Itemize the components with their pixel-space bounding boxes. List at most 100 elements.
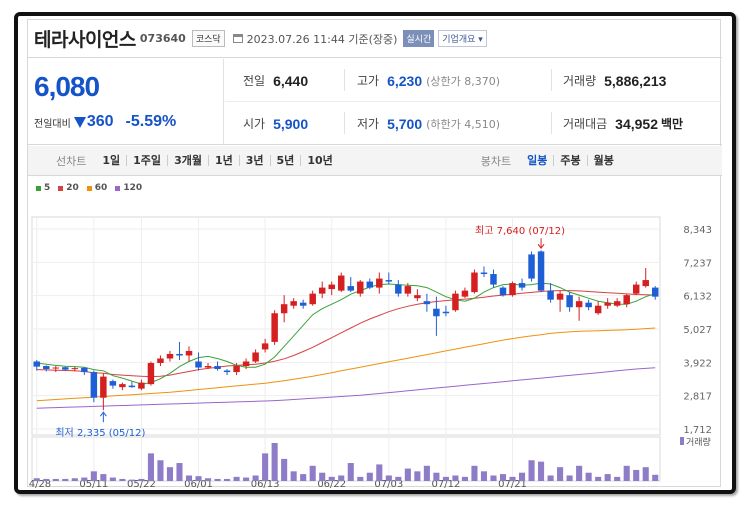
- open-value: 5,900: [273, 115, 309, 132]
- volume-bar: [509, 476, 516, 481]
- open: 시가 5,900: [243, 102, 308, 145]
- period-3y[interactable]: 3년: [238, 155, 270, 166]
- corp-info-dropdown[interactable]: 기업개요 ▾: [438, 30, 487, 47]
- y-tick-label: 8,343: [683, 225, 712, 236]
- volume-bar: [480, 471, 488, 481]
- volume-bar: [233, 476, 240, 481]
- candle-body: [252, 352, 259, 362]
- trade-amount: 거래대금 34,952 백만: [563, 102, 683, 145]
- open-label: 시가: [243, 117, 266, 131]
- calendar-icon: [232, 34, 243, 43]
- period-5y[interactable]: 5년: [269, 155, 301, 166]
- candle-body: [642, 280, 649, 287]
- volume-bar: [357, 476, 364, 481]
- period-3m[interactable]: 3개월: [167, 155, 208, 166]
- candle-body: [185, 350, 193, 356]
- volume-bar: [214, 478, 221, 481]
- volume-bar: [52, 478, 59, 481]
- volume-bar: [138, 478, 145, 481]
- candle-body: [309, 293, 316, 305]
- candle-body: [290, 301, 297, 306]
- y-tick-label: 1,712: [683, 425, 712, 436]
- period-weekly[interactable]: 주봉: [553, 155, 586, 166]
- candle-body: [566, 295, 573, 308]
- candle-body: [423, 301, 431, 305]
- low: 저가 5,700 (하한가 4,510): [357, 102, 500, 145]
- candle-body: [157, 358, 164, 364]
- chevron-down-icon: ▾: [478, 35, 483, 45]
- timestamp-text: 2023.07.26 11:44 기준(장중): [246, 32, 398, 46]
- period-1d[interactable]: 1일: [96, 155, 126, 166]
- high-value: 6,230: [387, 72, 423, 89]
- period-1y[interactable]: 1년: [207, 155, 239, 166]
- volume-bar: [319, 472, 326, 481]
- y-tick-label: 2,817: [683, 392, 712, 403]
- volume-bar: [243, 477, 250, 481]
- candle-chart-area[interactable]: 5 20 60 120 8,343 7,237 6,132 5,027 3,922 2,8…: [28, 177, 722, 488]
- volume-bar: [224, 478, 231, 481]
- volume-legend-swatch: [680, 437, 684, 445]
- chart-svg: 8,3437,2376,1325,0273,9222,8171,71204/28…: [28, 216, 712, 488]
- prev-close-value: 6,440: [273, 72, 309, 89]
- volume-bar: [518, 472, 526, 481]
- candle-body: [214, 366, 221, 370]
- volume-bar: [433, 472, 440, 481]
- divider: [344, 69, 345, 91]
- period-daily[interactable]: 일봉: [521, 155, 553, 166]
- candle-body: [632, 284, 640, 294]
- divider: [551, 69, 552, 91]
- candle-body: [623, 295, 630, 305]
- period-10y[interactable]: 10년: [300, 155, 338, 166]
- volume-bar: [461, 476, 468, 481]
- candle-body: [204, 366, 212, 368]
- period-1w[interactable]: 1주일: [126, 155, 167, 166]
- volume-bar: [43, 478, 50, 481]
- down-triangle-icon: [73, 116, 86, 128]
- candle-body: [357, 281, 364, 294]
- candle-body: [271, 313, 278, 342]
- volume-bar: [366, 472, 373, 481]
- volume-bar: [185, 475, 193, 481]
- volume-bar: [452, 475, 459, 481]
- ma60-line: [36, 327, 656, 402]
- volume-bar: [90, 471, 97, 481]
- candle-body: [613, 301, 621, 306]
- candle-body: [43, 366, 50, 370]
- volume-bar: [347, 463, 354, 481]
- candle-body: [547, 290, 554, 300]
- high-label: 고가: [357, 74, 380, 88]
- volume-bar: [395, 476, 402, 481]
- volume: 거래량 5,886,213: [563, 59, 666, 102]
- amount-unit: 백만: [661, 117, 684, 131]
- candle-body: [385, 280, 393, 282]
- candle-body: [138, 382, 145, 389]
- volume-bar: [595, 476, 602, 481]
- candle-body: [433, 308, 440, 317]
- price-summary: 6,080 전일대비 360 -5.59% 전일 6,440 고가 6,230 …: [28, 59, 722, 145]
- period-bar: 선차트 1일 1주일 3개월 1년 3년 5년 10년 봉차트 일봉 주봉 월봉: [28, 146, 722, 176]
- period-monthly[interactable]: 월봉: [586, 155, 620, 166]
- current-price-box: 6,080 전일대비 360 -5.59%: [28, 59, 224, 145]
- volume-bar: [271, 443, 278, 481]
- candle-body: [299, 302, 307, 306]
- screenshot-frame: 테라사이언스 073640 코스닥 2023.07.26 11:44 기준(장중…: [14, 12, 736, 494]
- y-tick-label: 7,237: [683, 258, 712, 269]
- upper-limit: (상한가 8,370): [426, 74, 501, 88]
- candle-body: [556, 293, 564, 300]
- volume-bar: [33, 478, 40, 481]
- candle-body: [166, 353, 174, 359]
- volume-label: 거래량: [686, 436, 711, 448]
- summary-row-2: 시가 5,900 저가 5,700 (하한가 4,510) 거래대금 34,95…: [225, 102, 722, 145]
- stock-widget: 테라사이언스 073640 코스닥 2023.07.26 11:44 기준(장중…: [27, 19, 722, 488]
- amount-label: 거래대금: [563, 117, 608, 131]
- low-value: 5,700: [387, 115, 423, 132]
- stock-name[interactable]: 테라사이언스: [34, 25, 136, 52]
- candle-body: [71, 368, 79, 370]
- realtime-button[interactable]: 실시간: [403, 30, 435, 47]
- volume-bar: [528, 460, 535, 481]
- volume-bar: [414, 471, 421, 481]
- volume-bar: [376, 464, 383, 481]
- volume-bar: [290, 471, 297, 481]
- candle-body: [442, 311, 450, 314]
- candle-body: [195, 361, 202, 368]
